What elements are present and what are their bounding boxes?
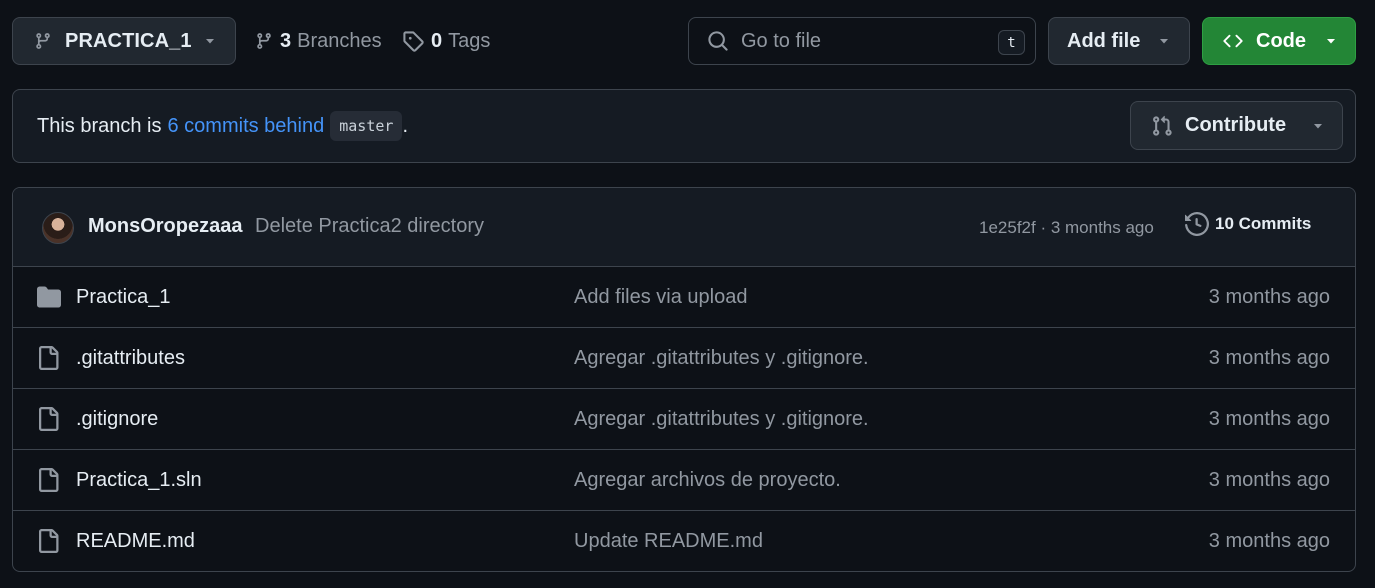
file-name-link[interactable]: README.md — [76, 530, 195, 553]
chevron-down-icon — [1160, 39, 1168, 44]
branches-label: Branches — [297, 29, 382, 52]
file-row[interactable]: .gitignore Agregar .gitattributes y .git… — [13, 389, 1355, 450]
file-commit-message-link[interactable]: Agregar .gitattributes y .gitignore. — [574, 408, 869, 431]
code-label: Code — [1256, 29, 1306, 52]
chevron-down-icon — [206, 39, 214, 44]
file-row[interactable]: README.md Update README.md 3 months ago — [13, 511, 1355, 571]
tags-count: 0 — [431, 29, 443, 52]
file-commit-time: 3 months ago — [1208, 469, 1330, 491]
banner-prefix: This branch is — [37, 114, 162, 137]
file-name-link[interactable]: .gitattributes — [76, 347, 185, 370]
file-commit-time: 3 months ago — [1208, 530, 1330, 552]
chevron-down-icon — [1327, 39, 1335, 44]
file-commit-message-link[interactable]: Agregar .gitattributes y .gitignore. — [574, 347, 869, 370]
base-branch-badge: master — [330, 111, 403, 141]
file-name-link[interactable]: Practica_1.sln — [76, 469, 202, 492]
file-name-link[interactable]: .gitignore — [76, 408, 158, 431]
commits-history-link[interactable]: 10 Commits — [1185, 212, 1311, 236]
file-list: MonsOropezaaa Delete Practica2 directory… — [12, 187, 1356, 572]
file-icon — [39, 407, 59, 431]
file-icon — [39, 529, 59, 553]
commits-behind-link[interactable]: 6 commits behind — [168, 115, 325, 138]
keyboard-shortcut-hint: t — [998, 30, 1025, 55]
git-pull-request-icon — [1153, 115, 1172, 136]
tag-icon — [403, 31, 424, 52]
commits-count-label: 10 Commits — [1215, 214, 1312, 233]
file-row[interactable]: Practica_1.sln Agregar archivos de proye… — [13, 450, 1355, 511]
file-icon — [39, 346, 59, 370]
file-commit-message-link[interactable]: Add files via upload — [574, 286, 747, 309]
git-branch-icon — [257, 33, 271, 49]
avatar[interactable] — [42, 212, 74, 244]
branches-count: 3 — [280, 29, 292, 52]
file-row[interactable]: .gitattributes Agregar .gitattributes y … — [13, 328, 1355, 389]
commit-hash-and-time[interactable]: 1e25f2f · 3 months ago — [979, 218, 1154, 238]
branch-status-text: This branch is 6 commits behind master . — [37, 90, 408, 162]
go-to-file-input[interactable]: Go to file t — [688, 17, 1036, 65]
chevron-down-icon — [1314, 123, 1322, 128]
folder-icon — [37, 286, 61, 308]
add-file-label: Add file — [1067, 29, 1141, 52]
commit-author-link[interactable]: MonsOropezaaa — [88, 215, 242, 238]
code-button[interactable]: Code — [1202, 17, 1356, 65]
banner-suffix: . — [402, 114, 408, 137]
file-commit-time: 3 months ago — [1208, 286, 1330, 308]
contribute-button[interactable]: Contribute — [1130, 101, 1343, 150]
tags-label: Tags — [448, 29, 491, 52]
branches-link[interactable]: 3 Branches — [255, 17, 382, 65]
file-icon — [39, 468, 59, 492]
git-branch-icon — [36, 33, 50, 49]
file-commit-time: 3 months ago — [1208, 408, 1330, 430]
latest-commit-header: MonsOropezaaa Delete Practica2 directory… — [13, 188, 1355, 267]
branch-selector-button[interactable]: PRACTICA_1 — [12, 17, 236, 65]
file-commit-time: 3 months ago — [1208, 347, 1330, 369]
history-icon — [1185, 212, 1209, 236]
file-commit-message-link[interactable]: Agregar archivos de proyecto. — [574, 469, 841, 492]
tags-link[interactable]: 0 Tags — [402, 17, 490, 65]
add-file-button[interactable]: Add file — [1048, 17, 1190, 65]
branch-name: PRACTICA_1 — [65, 29, 192, 52]
branch-status-banner: This branch is 6 commits behind master .… — [12, 89, 1356, 163]
contribute-label: Contribute — [1185, 114, 1287, 136]
search-icon — [708, 31, 728, 51]
commit-message-link[interactable]: Delete Practica2 directory — [255, 215, 484, 238]
code-icon — [1223, 34, 1243, 48]
file-commit-message-link[interactable]: Update README.md — [574, 530, 763, 553]
search-placeholder: Go to file — [741, 29, 822, 52]
file-row[interactable]: Practica_1 Add files via upload 3 months… — [13, 267, 1355, 328]
file-name-link[interactable]: Practica_1 — [76, 286, 171, 309]
